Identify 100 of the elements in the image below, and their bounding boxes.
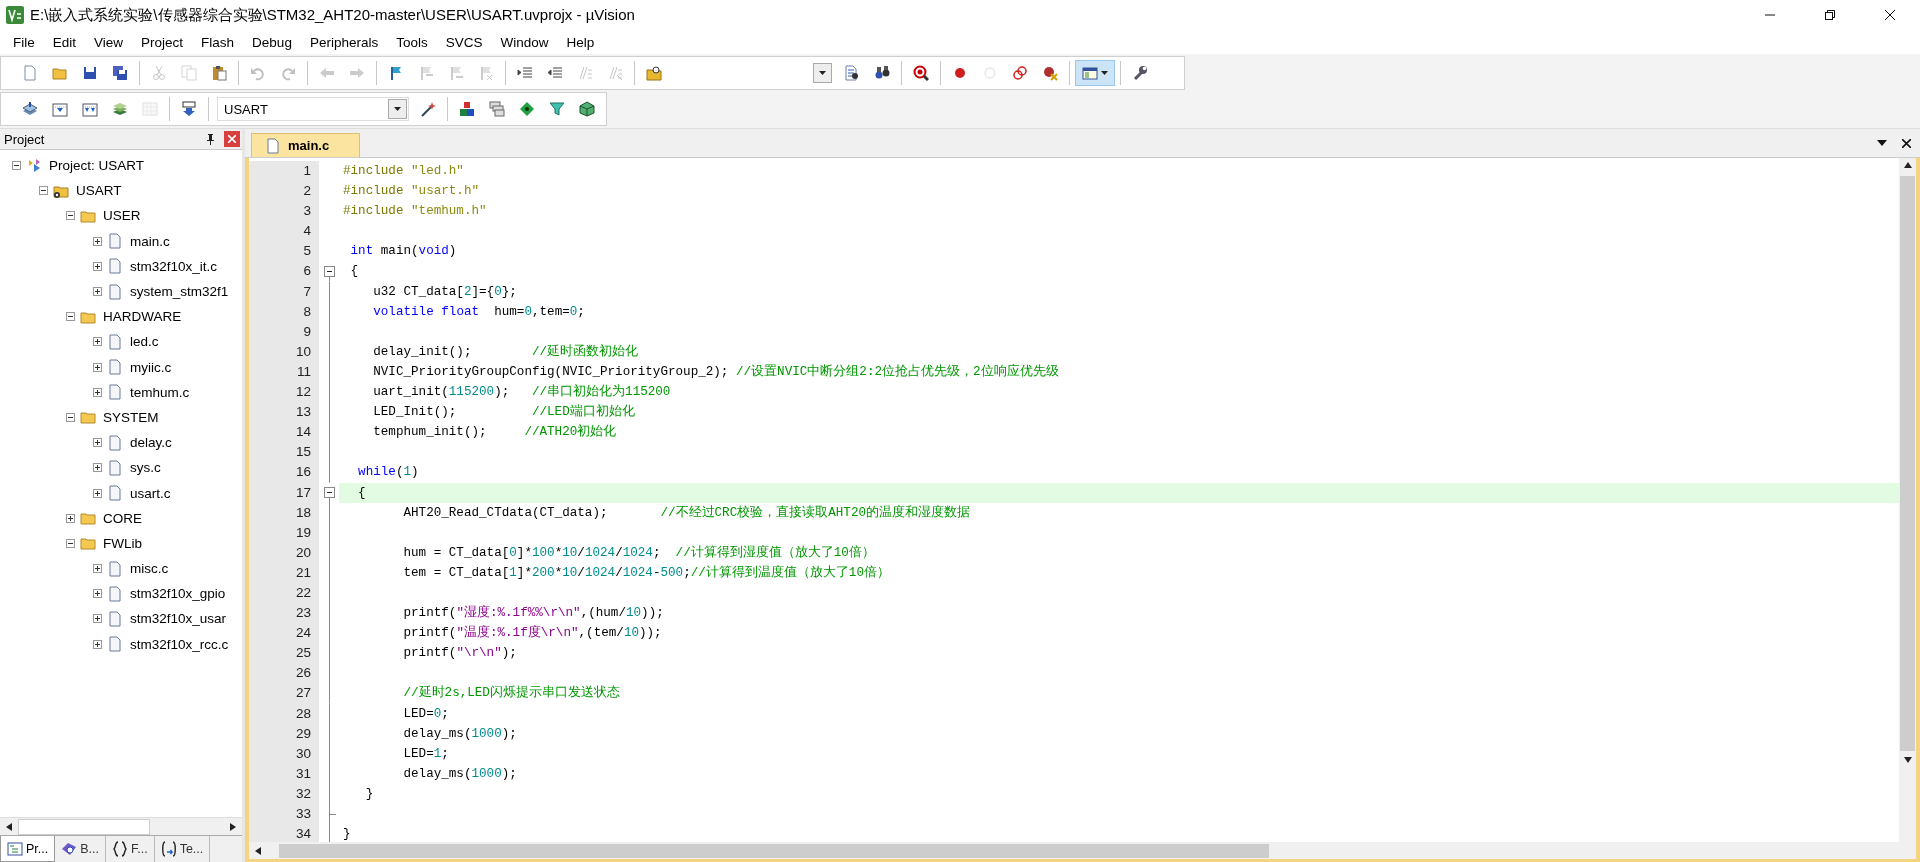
dropdown-icon <box>1877 140 1887 146</box>
expand-toggle[interactable] <box>66 412 75 422</box>
panel-tab[interactable]: Pr... <box>0 836 56 862</box>
minus-icon <box>39 186 48 196</box>
fold-toggle[interactable] <box>323 266 335 277</box>
outdent-icon <box>547 65 563 81</box>
tree-item[interactable]: CORE <box>101 510 144 526</box>
code-line: { <box>349 263 360 281</box>
build-icon <box>52 101 68 117</box>
scissors-icon <box>151 65 167 81</box>
expand-toggle[interactable] <box>93 488 102 498</box>
menu-item[interactable]: SVCS <box>436 32 492 52</box>
scrollbar[interactable] <box>0 817 242 835</box>
panel-tab[interactable]: B... <box>55 836 106 862</box>
scroll-thumb[interactable] <box>18 818 150 835</box>
menu-item[interactable]: Project <box>132 32 193 52</box>
code-line: //延时2s,LED闪烁提示串口发送状态 <box>402 684 621 703</box>
menu-item[interactable]: File <box>4 32 44 52</box>
file-icon <box>107 384 123 401</box>
tree-item[interactable]: system_stm32f1 <box>128 284 231 300</box>
folder-icon <box>80 409 96 426</box>
file-tab[interactable]: main.c <box>251 133 361 157</box>
tree-item[interactable]: delay.c <box>128 435 174 451</box>
left-arrow-icon <box>255 846 261 855</box>
tree-item[interactable]: stm32f10x_gpio <box>128 586 228 602</box>
pin-icon <box>205 133 215 145</box>
menu-item[interactable]: Edit <box>43 32 86 52</box>
line-number: 4 <box>249 221 319 242</box>
expand-toggle[interactable] <box>93 287 102 297</box>
fold-toggle[interactable] <box>323 487 335 499</box>
line-number: 11 <box>249 361 319 383</box>
panel-tab[interactable]: F... <box>106 836 155 862</box>
tree-item[interactable]: misc.c <box>128 561 171 577</box>
expand-toggle[interactable] <box>93 387 102 397</box>
minus-icon <box>66 538 75 548</box>
expand-toggle[interactable] <box>93 589 102 599</box>
document-icon <box>22 65 38 81</box>
line-number: 28 <box>249 703 319 724</box>
expand-toggle[interactable] <box>93 639 102 649</box>
grid-icon <box>142 101 158 117</box>
expand-toggle[interactable] <box>12 161 21 171</box>
line-number: 5 <box>249 241 319 262</box>
plus-icon <box>93 564 102 574</box>
menu-item[interactable]: Debug <box>243 32 301 52</box>
expand-toggle[interactable] <box>93 337 102 347</box>
plus-icon <box>93 488 102 498</box>
expand-toggle[interactable] <box>93 564 102 574</box>
target-dropdown[interactable]: USART <box>217 97 409 121</box>
scroll-thumb[interactable] <box>1900 176 1915 751</box>
code-line: #include "usart.h" <box>342 183 481 201</box>
breakpoint-icon <box>952 65 968 81</box>
line-number: 30 <box>249 743 319 764</box>
expand-toggle[interactable] <box>93 614 102 624</box>
tree-item[interactable]: stm32f10x_it.c <box>128 258 220 274</box>
tree-item[interactable]: usart.c <box>128 485 173 501</box>
code-line: delay_init(); //延时函数初始化 <box>372 343 640 361</box>
tree-item[interactable]: USER <box>101 208 143 224</box>
tree-item[interactable]: USART <box>74 183 124 199</box>
expand-toggle[interactable] <box>93 261 102 271</box>
file-icon <box>107 585 123 602</box>
tree-item[interactable]: temhum.c <box>128 384 192 400</box>
menu-item[interactable]: View <box>85 32 133 52</box>
menu-item[interactable]: Tools <box>387 32 437 52</box>
expand-toggle[interactable] <box>66 211 75 221</box>
expand-toggle[interactable] <box>39 186 48 196</box>
expand-toggle[interactable] <box>93 362 102 372</box>
copy-icon <box>181 65 197 81</box>
tree-item[interactable]: HARDWARE <box>101 309 184 325</box>
tree-item[interactable]: stm32f10x_usar <box>128 611 229 627</box>
menu-item[interactable]: Help <box>557 32 604 52</box>
tree-item[interactable]: FWLib <box>101 535 144 551</box>
line-number: 29 <box>249 723 319 744</box>
tree-item[interactable]: main.c <box>128 233 172 249</box>
tree-item[interactable]: stm32f10x_rcc.c <box>128 636 231 652</box>
expand-toggle[interactable] <box>93 236 102 246</box>
menu-item[interactable]: Window <box>491 32 558 52</box>
tree-item[interactable]: SYSTEM <box>101 409 161 425</box>
menu-item[interactable]: Peripherals <box>300 32 388 52</box>
expand-toggle[interactable] <box>66 312 75 322</box>
panel-tab[interactable]: Te... <box>154 836 211 862</box>
tree-item[interactable]: sys.c <box>128 460 163 476</box>
menu-item[interactable]: Flash <box>192 32 244 52</box>
line-number: 31 <box>249 763 319 784</box>
expand-toggle[interactable] <box>66 538 75 548</box>
line-number: 21 <box>249 562 319 583</box>
expand-toggle[interactable] <box>66 513 75 523</box>
expand-toggle[interactable] <box>93 438 102 448</box>
line-number: 7 <box>249 281 319 302</box>
scroll-thumb[interactable] <box>279 843 1269 858</box>
line-number: 8 <box>249 301 319 322</box>
flag-icon <box>478 65 494 81</box>
expand-toggle[interactable] <box>93 463 102 473</box>
code-line: while(1) <box>357 464 420 482</box>
tree-item[interactable]: myiic.c <box>128 359 174 375</box>
tree-item[interactable]: led.c <box>128 334 161 350</box>
layers-icon <box>112 101 128 117</box>
line-number: 23 <box>249 603 319 624</box>
window-layout-button[interactable] <box>1075 60 1115 86</box>
tree-item[interactable]: Project: USART <box>47 158 147 174</box>
down-arrow-icon <box>1903 757 1912 763</box>
